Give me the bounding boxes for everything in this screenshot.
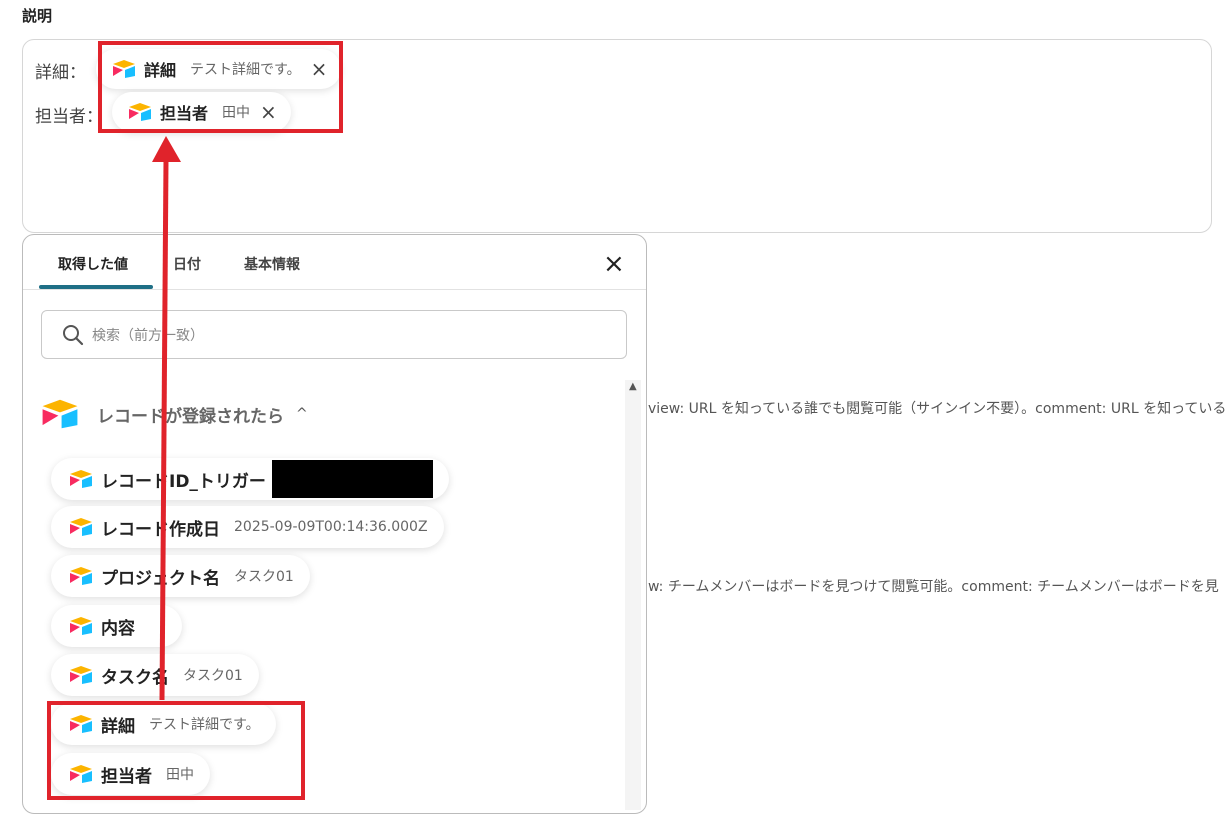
search-icon [63, 325, 84, 346]
item-name: 内容 [101, 618, 135, 639]
item-name: プロジェクト名 [101, 568, 220, 589]
sharing-option-text: view: URL を知っている誰でも閲覧可能（サインイン不要）。comment… [648, 401, 1225, 417]
item-name: レコードID_トリガー [101, 471, 266, 492]
scrollbar[interactable] [625, 380, 641, 810]
tab-basic-info[interactable]: 基本情報 [244, 254, 300, 274]
scroll-up-arrow-icon[interactable]: ▲ [629, 381, 637, 392]
airtable-logo-icon [69, 665, 93, 685]
airtable-logo-icon [69, 566, 93, 586]
item-name: タスク名 [101, 667, 169, 688]
section-label-description: 説明 [22, 7, 53, 25]
list-item[interactable]: プロジェクト名 タスク01 [51, 555, 310, 597]
list-item[interactable]: タスク名 タスク01 [51, 654, 259, 696]
group-title: レコードが登録されたら [97, 406, 284, 427]
highlight-box-mapped-chips [98, 41, 343, 133]
list-item[interactable]: レコード作成日 2025-09-09T00:14:36.000Z [51, 506, 444, 548]
item-value: タスク01 [183, 668, 243, 684]
search-box[interactable] [41, 310, 627, 359]
active-tab-indicator [39, 285, 153, 289]
trigger-group-header[interactable]: レコードが登録されたら ^ [41, 398, 308, 430]
panel-tabs: 取得した値 日付 基本情報 [23, 235, 646, 290]
tab-date[interactable]: 日付 [173, 254, 201, 274]
airtable-logo-icon [41, 398, 79, 430]
list-item[interactable]: レコードID_トリガー [51, 458, 449, 500]
airtable-logo-icon [69, 517, 93, 537]
list-item[interactable]: 内容 [51, 605, 182, 647]
tab-fetched-values[interactable]: 取得した値 [58, 254, 128, 274]
close-icon[interactable]: × [603, 251, 625, 277]
sharing-option-text: w: チームメンバーはボードを見つけて閲覧可能。comment: チームメンバー… [648, 579, 1219, 595]
airtable-logo-icon [69, 469, 93, 489]
search-input[interactable] [90, 323, 614, 349]
item-value: 2025-09-09T00:14:36.000Z [234, 519, 428, 535]
item-name: レコード作成日 [101, 519, 220, 540]
airtable-logo-icon [69, 616, 93, 636]
chevron-up-icon[interactable]: ^ [296, 406, 308, 422]
assignee-field-label: 担当者： [35, 107, 103, 127]
item-value: タスク01 [234, 569, 294, 585]
detail-field-label: 詳細： [35, 63, 86, 83]
redacted-value [271, 460, 433, 498]
highlight-box-source-items [47, 701, 305, 800]
